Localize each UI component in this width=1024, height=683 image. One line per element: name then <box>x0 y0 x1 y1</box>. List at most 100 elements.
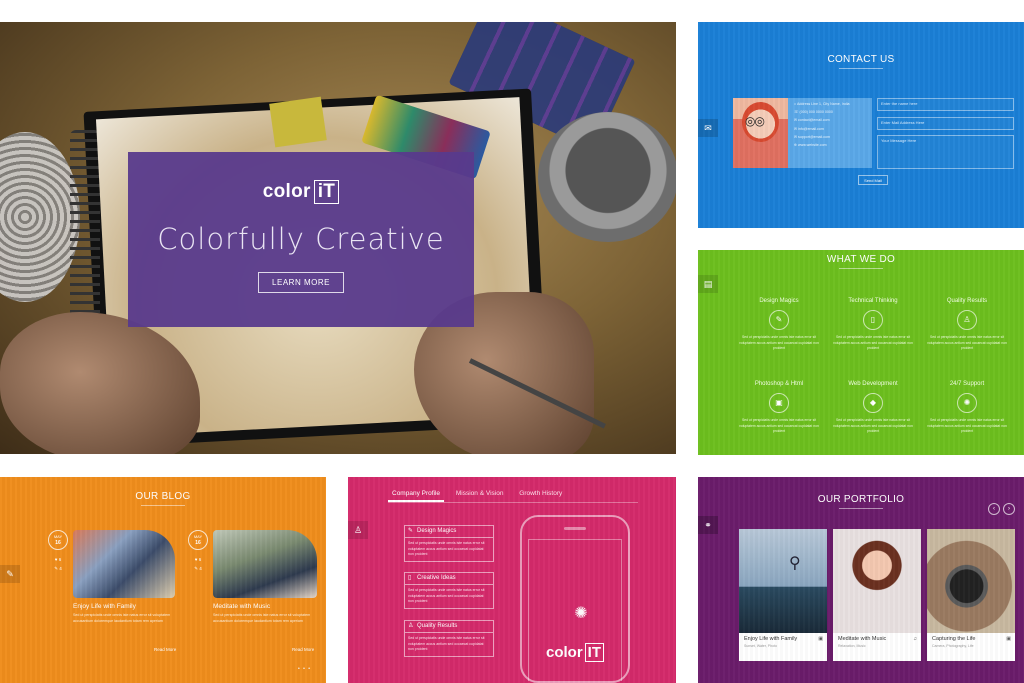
feature-creative-ideas: ▯ Creative Ideas Sed ut perspiciatis unde… <box>404 572 494 609</box>
pen-icon: ✎ <box>769 310 789 330</box>
post-day: 16 <box>195 540 201 546</box>
pen-icon: ✎ <box>408 528 414 534</box>
comments-count[interactable]: ✎ 4 <box>188 564 208 573</box>
portfolio-image[interactable] <box>833 529 921 633</box>
sponge-image <box>269 96 327 148</box>
read-more-link[interactable]: Read More <box>292 647 314 652</box>
contact-email-3: ✉ support@email.com <box>794 134 831 139</box>
learn-more-button[interactable]: LEARN MORE <box>258 272 344 293</box>
user-icon[interactable]: ♙ <box>348 521 368 539</box>
phone-logo-text: color <box>545 644 583 661</box>
envelope-icon[interactable]: ✉ <box>698 119 718 137</box>
service-desc: Sed ut perspiciatis unde omnis iste natu… <box>833 335 913 350</box>
tab-mission-vision[interactable]: Mission & Vision <box>452 490 508 500</box>
service-title: 24/7 Support <box>949 381 985 387</box>
phone-screen: ✺ color IT <box>528 539 622 681</box>
service-title: Web Development <box>848 381 898 387</box>
blog-title: OUR BLOG <box>135 491 191 502</box>
feature-desc: Sed ut perspiciatis unde omnis iste natu… <box>404 633 494 657</box>
service-desc: Sed ut perspiciatis unde omnis iste natu… <box>927 335 1007 350</box>
hero-card: color iT Colorfully Creative LEARN MORE <box>128 152 474 327</box>
blog-section: OUR BLOG ✎ MAY 16 ♥ 6 ✎ 4 Enjoy Life with… <box>0 477 326 683</box>
feature-header: ✎ Design Magics <box>404 525 494 538</box>
name-field[interactable]: Enter the name here <box>877 98 1014 111</box>
message-field[interactable]: Your Message Here <box>877 135 1014 169</box>
feature-title: Quality Results <box>417 623 458 629</box>
read-more-link[interactable]: Read More <box>154 647 176 652</box>
service-title: Quality Results <box>946 298 988 304</box>
brand-logo: color iT <box>128 180 474 204</box>
brand-logo-box: iT <box>313 180 340 204</box>
link-icon[interactable]: ⚭ <box>698 516 718 534</box>
clipboard-icon[interactable]: ▤ <box>698 275 718 293</box>
phone-logo: color IT <box>529 643 621 662</box>
blog-pagination[interactable]: • • • <box>298 666 311 672</box>
phone-logo-box: IT <box>584 643 605 662</box>
service-support: 24/7 Support ✺ Sed ut perspiciatis unde … <box>922 381 1012 435</box>
email-field[interactable]: Enter Mail Address Here <box>877 117 1014 130</box>
music-icon[interactable]: ♫ <box>913 636 917 642</box>
tab-company-profile[interactable]: Company Profile <box>388 490 445 502</box>
phone-mockup: ✺ color IT <box>520 515 630 683</box>
contact-photo <box>733 98 788 168</box>
contact-email-2: ✉ info@email.com <box>794 126 824 131</box>
camera-icon[interactable]: ▣ <box>818 636 823 642</box>
portfolio-image[interactable] <box>739 529 827 633</box>
feature-header: ♙ Quality Results <box>404 620 494 633</box>
portfolio-item-tags: Camera, Photography, Life <box>932 644 974 648</box>
service-technical-thinking: Technical Thinking ▯ Sed ut perspiciatis… <box>828 298 918 352</box>
post-month: MAY <box>53 534 63 539</box>
portfolio-item-title: Capturing the Life ▣ <box>932 636 1011 642</box>
splash-icon: ✺ <box>574 605 588 622</box>
image-icon: ▣ <box>769 393 789 413</box>
mobile-icon: ▯ <box>863 310 883 330</box>
tape-spool-image <box>0 132 80 302</box>
feature-title: Creative Ideas <box>417 575 456 581</box>
portfolio-item[interactable]: Capturing the Life ▣ Camera, Photography,… <box>927 529 1015 661</box>
service-quality-results: Quality Results ♙ Sed ut perspiciatis un… <box>922 298 1012 352</box>
next-arrow-button[interactable]: › <box>1003 503 1015 515</box>
tab-growth-history[interactable]: Growth History <box>515 490 566 500</box>
prev-arrow-button[interactable]: ‹ <box>988 503 1000 515</box>
brand-logo-text: color <box>262 181 311 202</box>
portfolio-item[interactable]: Enjoy Life with Family▣ Sunset, Water, P… <box>739 529 827 661</box>
pencil-icon[interactable]: ✎ <box>0 565 20 583</box>
likes-count[interactable]: ♥ 6 <box>188 555 208 564</box>
portfolio-item-title: Enjoy Life with Family ▣ <box>744 636 823 642</box>
contact-info-box: ⌂ Address Line 1, City Name, India ☏ (00… <box>788 98 872 168</box>
gear-icon: ✺ <box>957 393 977 413</box>
portfolio-item-tags: Sunset, Water, Photo <box>744 644 777 648</box>
send-mail-button[interactable]: Send Mail <box>858 175 888 185</box>
portfolio-image[interactable] <box>927 529 1015 633</box>
feature-desc: Sed ut perspiciatis unde omnis iste natu… <box>404 585 494 609</box>
blog-post-title[interactable]: Meditate with Music <box>213 603 270 610</box>
title-divider <box>839 268 883 269</box>
phone-speaker <box>564 527 586 530</box>
post-date-badge: MAY 16 <box>188 530 208 550</box>
person-icon: ♙ <box>408 623 414 629</box>
portfolio-item[interactable]: Meditate with Music ♫ Relaxation, Music <box>833 529 921 661</box>
feature-header: ▯ Creative Ideas <box>404 572 494 585</box>
service-photoshop-html: Photoshop & Html ▣ Sed ut perspiciatis u… <box>734 381 824 435</box>
title-divider <box>839 508 883 509</box>
portfolio-section: OUR PORTFOLIO ⚭ ‹ › Enjoy Life with Fami… <box>698 477 1024 683</box>
service-web-development: Web Development ◆ Sed ut perspiciatis un… <box>828 381 918 435</box>
post-meta: ♥ 6 ✎ 4 <box>48 555 68 573</box>
blog-post-image[interactable] <box>213 530 317 598</box>
mobile-icon: ▯ <box>408 575 412 581</box>
service-design-magics: Design Magics ✎ Sed ut perspiciatis unde… <box>734 298 824 352</box>
water-cup-image <box>538 112 676 242</box>
blog-post-title[interactable]: Enjoy Life with Family <box>73 603 136 610</box>
service-desc: Sed ut perspiciatis unde omnis iste natu… <box>739 335 819 350</box>
camera-icon[interactable]: ▣ <box>1006 636 1011 642</box>
post-meta: ♥ 6 ✎ 4 <box>188 555 208 573</box>
title-divider <box>141 505 185 506</box>
portfolio-title: OUR PORTFOLIO <box>817 494 905 505</box>
blog-post-image[interactable] <box>73 530 175 598</box>
feature-desc: Sed ut perspiciatis unde omnis iste natu… <box>404 538 494 562</box>
contact-phone: ☏ (000) 000 0000 0000 <box>794 110 833 115</box>
services-section: WHAT WE DO ▤ Design Magics ✎ Sed ut pers… <box>698 250 1024 455</box>
sketchbook-spiral <box>70 130 100 340</box>
comments-count[interactable]: ✎ 4 <box>48 564 68 573</box>
likes-count[interactable]: ♥ 6 <box>48 555 68 564</box>
